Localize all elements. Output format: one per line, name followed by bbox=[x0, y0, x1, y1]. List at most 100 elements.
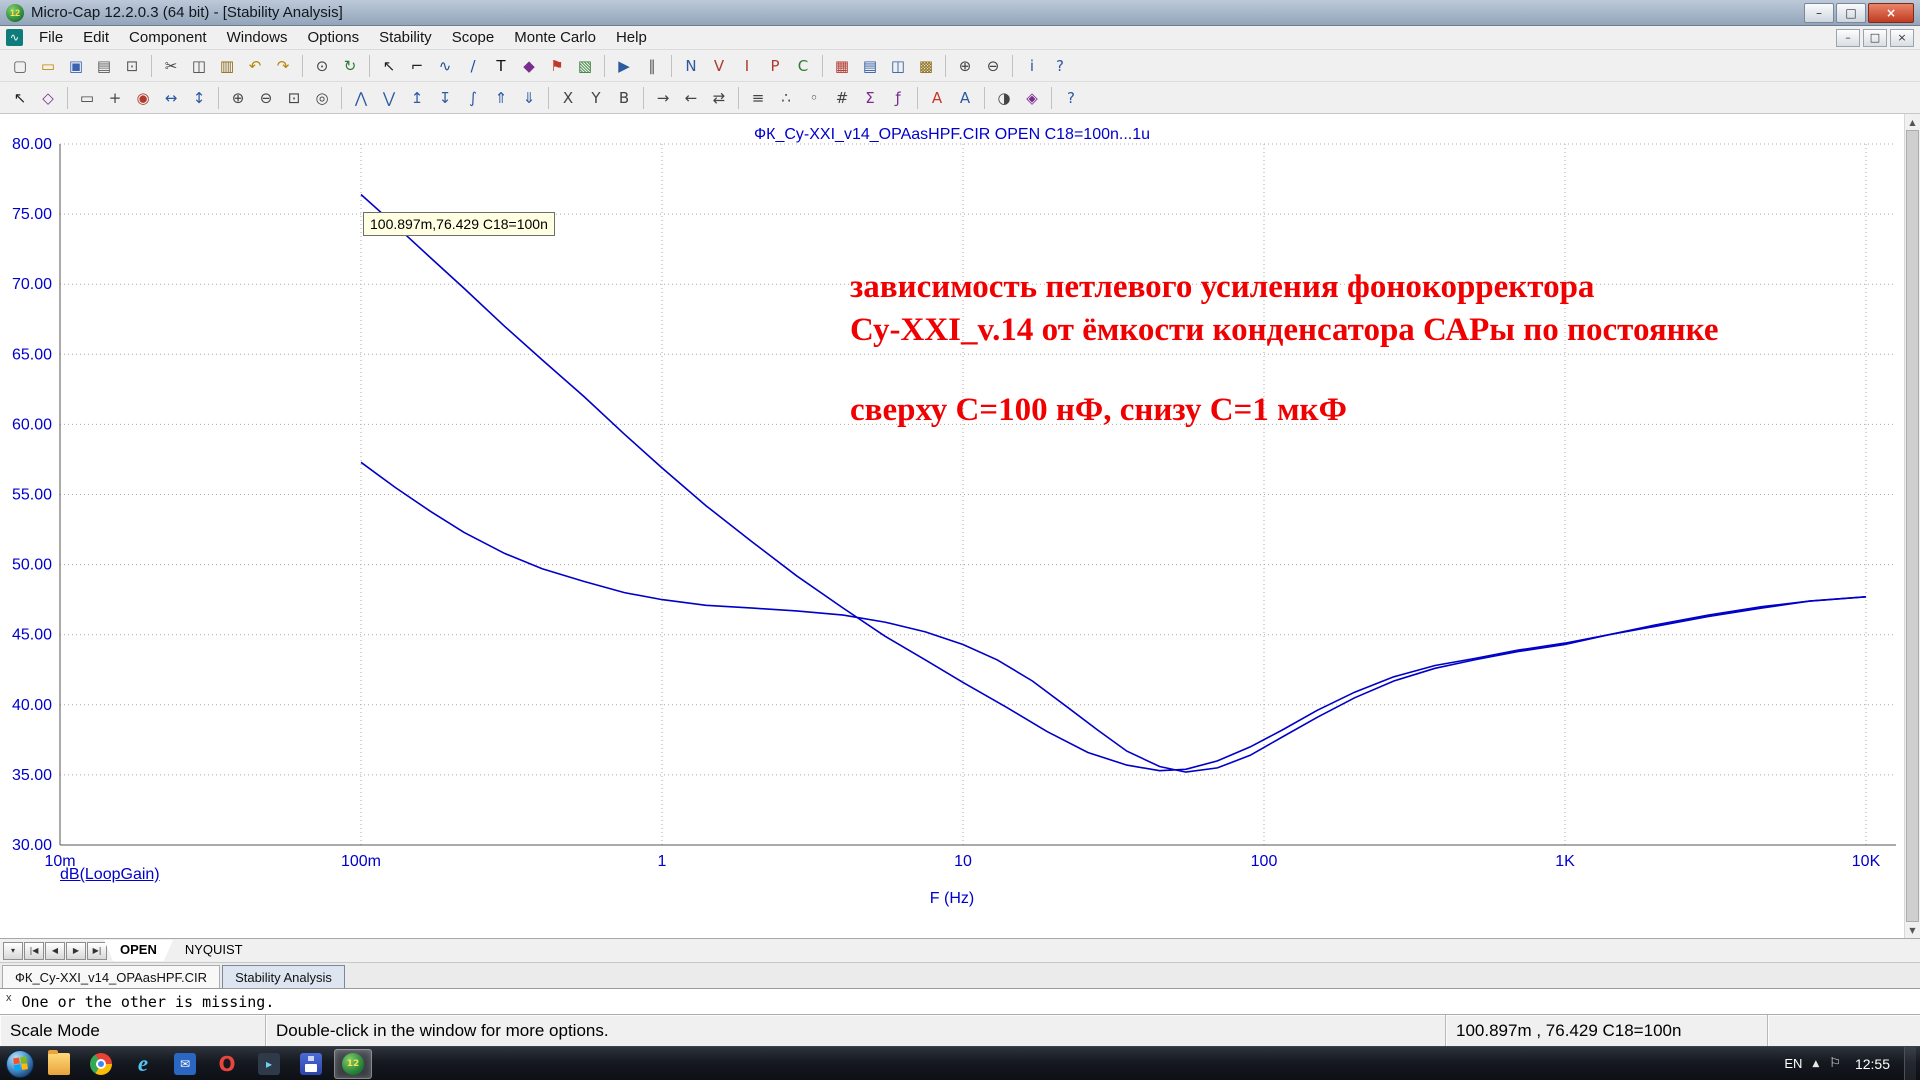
find-icon[interactable]: ⊙ bbox=[309, 53, 335, 79]
scroll-up-icon[interactable]: ▲ bbox=[1905, 114, 1920, 130]
menu-options[interactable]: Options bbox=[297, 26, 369, 49]
curve-c18-1u[interactable] bbox=[361, 462, 1866, 772]
global-high-icon[interactable]: ⇑ bbox=[488, 85, 514, 111]
mdi-close-button[interactable]: × bbox=[1890, 29, 1914, 47]
show-currents-icon[interactable]: I bbox=[734, 53, 760, 79]
zoom-in-icon[interactable]: ⊕ bbox=[952, 53, 978, 79]
zoom-fit-icon[interactable]: ⊡ bbox=[281, 85, 307, 111]
show-desktop-button[interactable] bbox=[1904, 1047, 1916, 1080]
mdi-restore-button[interactable]: □ bbox=[1863, 29, 1887, 47]
cursor-mode-tool-icon[interactable]: + bbox=[102, 85, 128, 111]
performance-icon[interactable]: Σ bbox=[857, 85, 883, 111]
picture-mode-icon[interactable]: ▧ bbox=[572, 53, 598, 79]
new-file-icon[interactable]: ▢ bbox=[7, 53, 33, 79]
menu-scope[interactable]: Scope bbox=[442, 26, 505, 49]
show-hidden-icons-icon[interactable]: ▲ bbox=[1812, 1059, 1819, 1069]
window-tile-icon[interactable]: ▩ bbox=[913, 53, 939, 79]
select-tool-icon[interactable]: ↖ bbox=[7, 85, 33, 111]
undo-icon[interactable]: ↶ bbox=[242, 53, 268, 79]
taskbar-chrome[interactable] bbox=[82, 1049, 120, 1079]
scale-mode-tool-icon[interactable]: ▭ bbox=[74, 85, 100, 111]
inflection-icon[interactable]: ∫ bbox=[460, 85, 486, 111]
minimize-button[interactable]: – bbox=[1804, 3, 1834, 23]
file-tab-circuit-file[interactable]: ФК_Су-XXI_v14_OPAasHPF.CIR bbox=[2, 965, 220, 988]
menu-edit[interactable]: Edit bbox=[73, 26, 119, 49]
scrollbar-thumb[interactable] bbox=[1906, 130, 1919, 922]
menu-file[interactable]: File bbox=[29, 26, 73, 49]
cut-icon[interactable]: ✂ bbox=[158, 53, 184, 79]
align-cursors-icon[interactable]: ⇄ bbox=[706, 85, 732, 111]
restore-button[interactable]: □ bbox=[1836, 3, 1866, 23]
scroll-down-icon[interactable]: ▼ bbox=[1905, 922, 1920, 938]
message-close-icon[interactable]: x bbox=[6, 992, 12, 1004]
diagonal-wire-mode-icon[interactable]: / bbox=[460, 53, 486, 79]
zoom-out-tool-icon[interactable]: ⊖ bbox=[253, 85, 279, 111]
taskbar-microcap[interactable]: 12 bbox=[334, 1049, 372, 1079]
show-node-voltages-icon[interactable]: V bbox=[706, 53, 732, 79]
menu-monte-carlo[interactable]: Monte Carlo bbox=[504, 26, 606, 49]
go-to-x-icon[interactable]: X bbox=[555, 85, 581, 111]
plot-nav-first-icon[interactable]: |◀ bbox=[24, 942, 44, 960]
taskbar-internet-explorer[interactable]: e bbox=[124, 1049, 162, 1079]
mdi-minimize-button[interactable]: – bbox=[1836, 29, 1860, 47]
paste-icon[interactable]: ▥ bbox=[214, 53, 240, 79]
plot-nav-next-icon[interactable]: ▶ bbox=[66, 942, 86, 960]
watch-icon[interactable]: ◑ bbox=[991, 85, 1017, 111]
text-font-icon[interactable]: A bbox=[952, 85, 978, 111]
window-schematic-icon[interactable]: ▦ bbox=[829, 53, 855, 79]
vertical-scrollbar[interactable]: ▲ ▼ bbox=[1904, 114, 1920, 938]
run-analysis-icon[interactable]: ▶ bbox=[611, 53, 637, 79]
file-tab-stability-analysis[interactable]: Stability Analysis bbox=[222, 965, 345, 988]
fft-icon[interactable]: ƒ bbox=[885, 85, 911, 111]
window-split-icon[interactable]: ◫ bbox=[885, 53, 911, 79]
vertical-tag-icon[interactable]: ↕ bbox=[186, 85, 212, 111]
valley-icon[interactable]: ⋁ bbox=[376, 85, 402, 111]
select-mode-icon[interactable]: ↖ bbox=[376, 53, 402, 79]
animate-icon[interactable]: ◈ bbox=[1019, 85, 1045, 111]
numeric-output-icon[interactable]: ∴ bbox=[773, 85, 799, 111]
menu-help[interactable]: Help bbox=[606, 26, 657, 49]
window-text-icon[interactable]: ▤ bbox=[857, 53, 883, 79]
magnify-region-icon[interactable]: ◎ bbox=[309, 85, 335, 111]
menu-windows[interactable]: Windows bbox=[217, 26, 298, 49]
global-low-icon[interactable]: ⇓ bbox=[516, 85, 542, 111]
go-to-branch-icon[interactable]: B bbox=[611, 85, 637, 111]
data-point-labels-icon[interactable]: ◦ bbox=[801, 85, 827, 111]
zoom-out-icon[interactable]: ⊖ bbox=[980, 53, 1006, 79]
wire-mode-icon[interactable]: ∿ bbox=[432, 53, 458, 79]
component-mode-icon[interactable]: ⌐ bbox=[404, 53, 430, 79]
taskbar-save-tool[interactable] bbox=[292, 1049, 330, 1079]
plot-nav-last-icon[interactable]: ▶| bbox=[87, 942, 107, 960]
low-icon[interactable]: ↧ bbox=[432, 85, 458, 111]
ruler-icon[interactable]: # bbox=[829, 85, 855, 111]
taskbar-mail[interactable]: ✉ bbox=[166, 1049, 204, 1079]
redraw-icon[interactable]: ↻ bbox=[337, 53, 363, 79]
taskbar-explorer[interactable] bbox=[40, 1049, 78, 1079]
open-file-icon[interactable]: ▭ bbox=[35, 53, 61, 79]
flag-mode-icon[interactable]: ⚑ bbox=[544, 53, 570, 79]
point-tag-icon[interactable]: ◉ bbox=[130, 85, 156, 111]
close-button[interactable]: × bbox=[1868, 3, 1914, 23]
print-preview-icon[interactable]: ⊡ bbox=[119, 53, 145, 79]
help-mode-icon[interactable]: ? bbox=[1047, 53, 1073, 79]
copy-icon[interactable]: ◫ bbox=[186, 53, 212, 79]
legend-db-loopgain[interactable]: dB(LoopGain) bbox=[60, 866, 160, 884]
menu-component[interactable]: Component bbox=[119, 26, 217, 49]
start-button[interactable] bbox=[6, 1050, 34, 1078]
next-data-point-icon[interactable]: → bbox=[650, 85, 676, 111]
text-mode-icon[interactable]: T bbox=[488, 53, 514, 79]
graphics-mode-icon[interactable]: ◆ bbox=[516, 53, 542, 79]
plot-tab-open[interactable]: OPEN bbox=[104, 940, 173, 961]
tray-flag-icon[interactable]: ⚐ bbox=[1829, 1056, 1841, 1071]
plot-nav-dropdown-icon[interactable]: ▾ bbox=[3, 942, 23, 960]
text-color-icon[interactable]: A bbox=[924, 85, 950, 111]
show-node-numbers-icon[interactable]: N bbox=[678, 53, 704, 79]
zoom-in-tool-icon[interactable]: ⊕ bbox=[225, 85, 251, 111]
pause-analysis-icon[interactable]: ∥ bbox=[639, 53, 665, 79]
menu-stability[interactable]: Stability bbox=[369, 26, 442, 49]
show-power-icon[interactable]: P bbox=[762, 53, 788, 79]
show-conditions-icon[interactable]: C bbox=[790, 53, 816, 79]
help-tool-icon[interactable]: ? bbox=[1058, 85, 1084, 111]
previous-data-point-icon[interactable]: ← bbox=[678, 85, 704, 111]
high-icon[interactable]: ↥ bbox=[404, 85, 430, 111]
